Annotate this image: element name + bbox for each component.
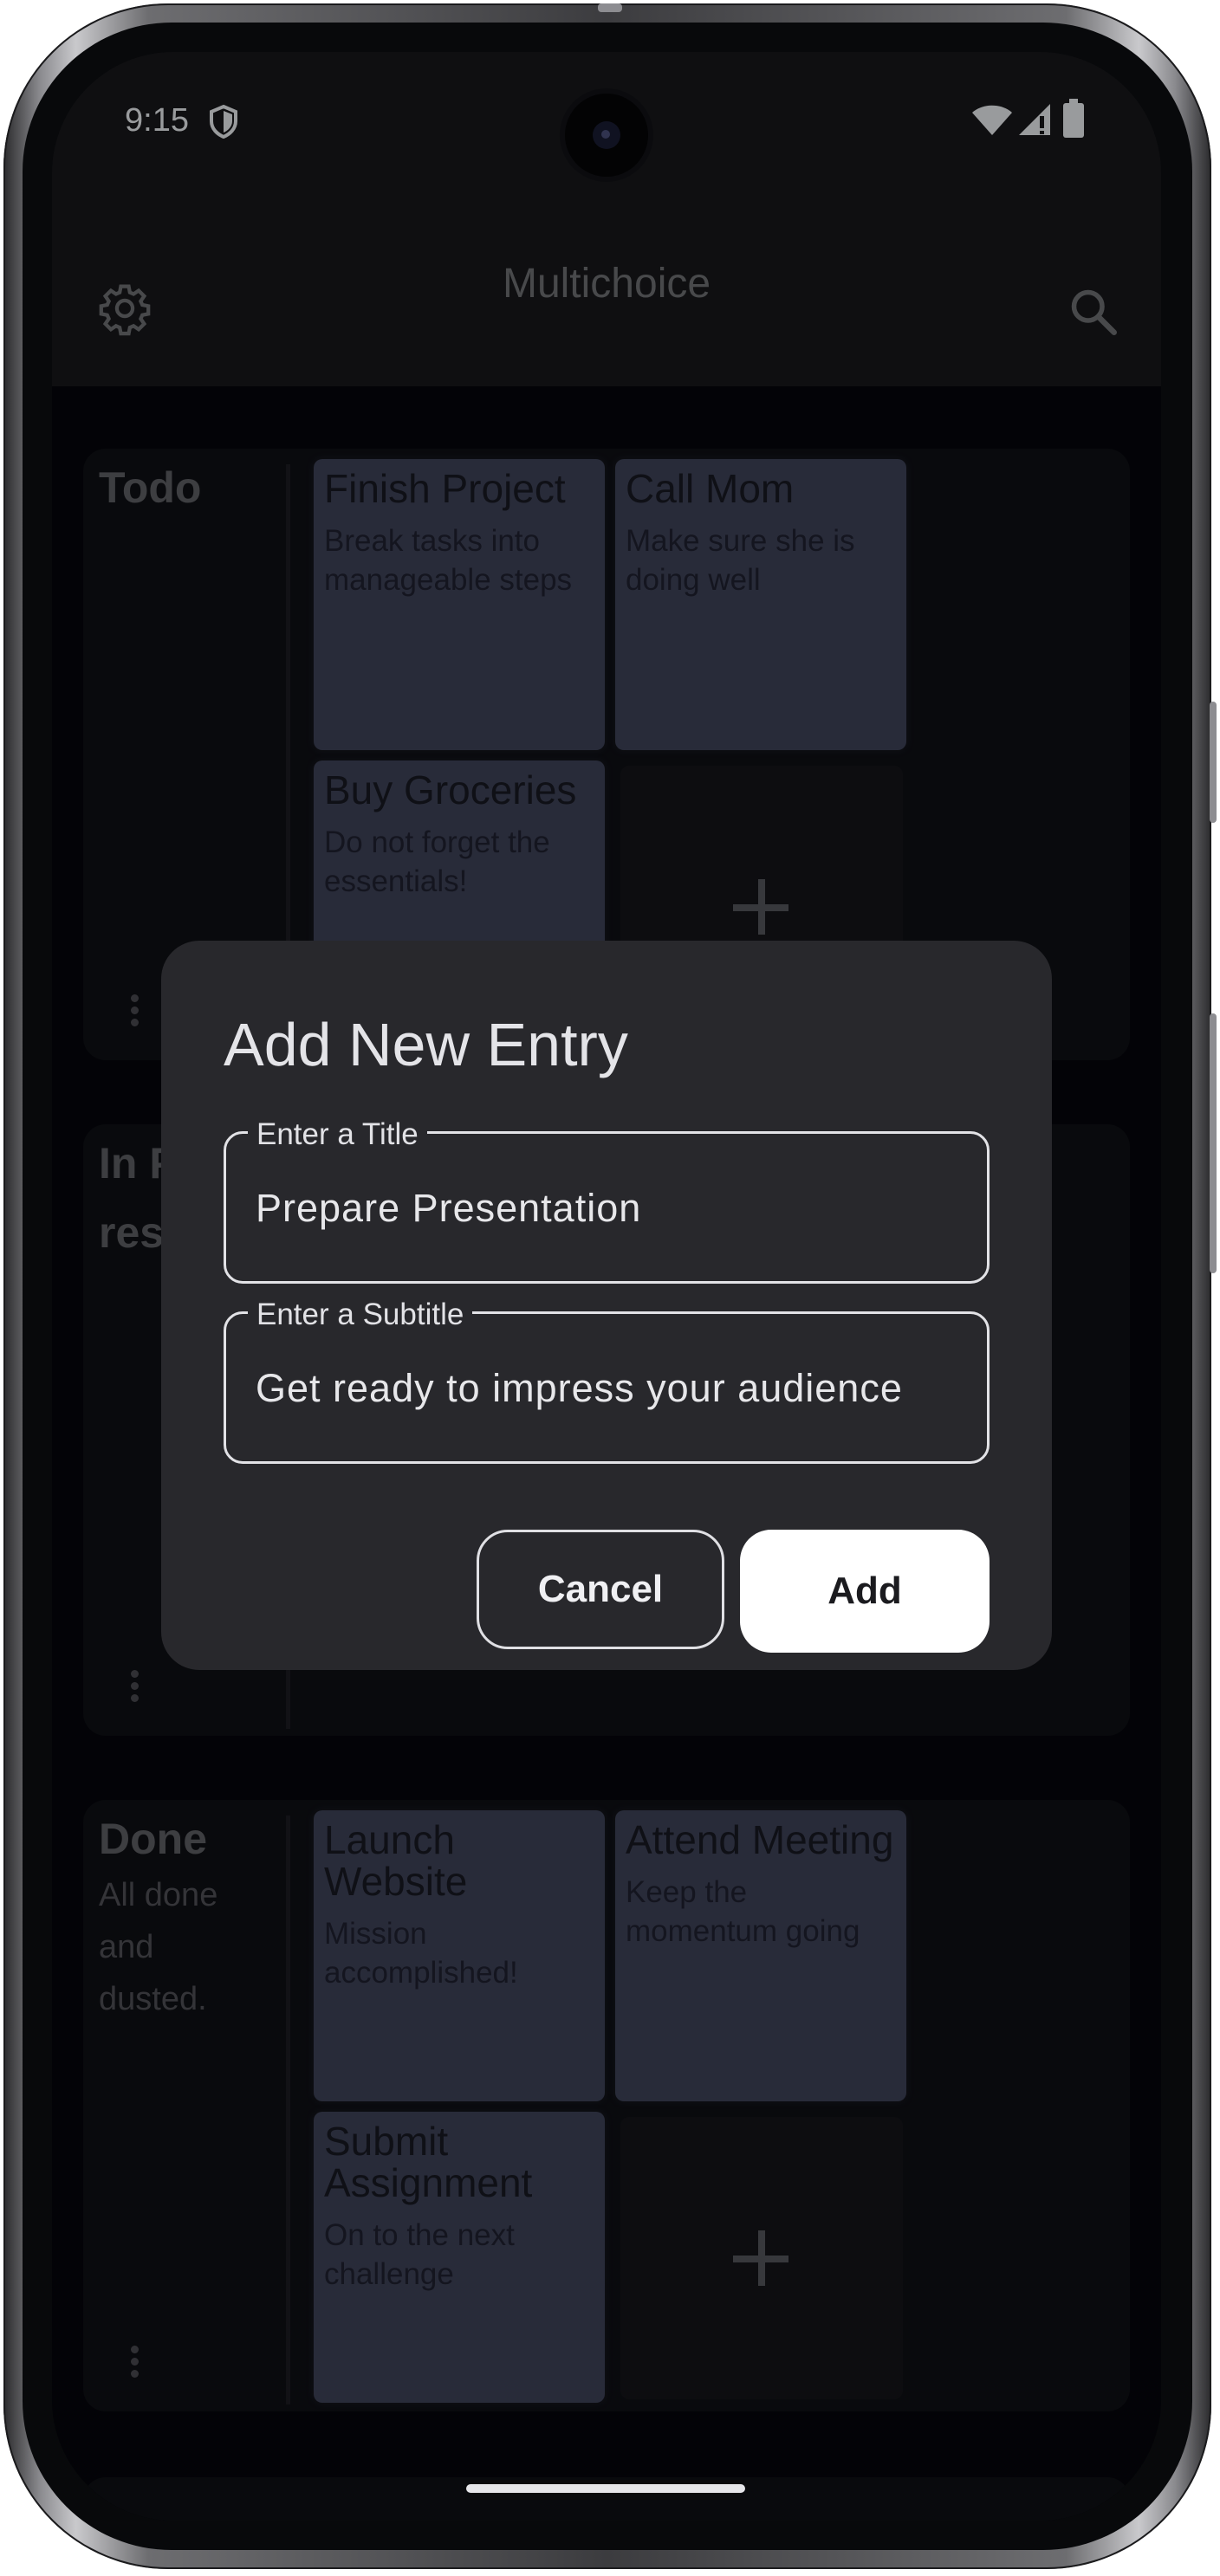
volume-button (1210, 1013, 1217, 1273)
subtitle-input-value: Get ready to impress your audience (256, 1366, 903, 1410)
cancel-button[interactable]: Cancel (477, 1530, 724, 1649)
subtitle-input[interactable]: Get ready to impress your audience (224, 1311, 990, 1464)
power-button (1210, 702, 1217, 823)
add-button[interactable]: Add (740, 1530, 990, 1653)
title-input[interactable]: Prepare Presentation (224, 1131, 990, 1284)
dialog-title: Add New Entry (224, 1011, 628, 1078)
home-indicator[interactable] (466, 2484, 745, 2493)
subtitle-input-label: Enter a Subtitle (248, 1299, 473, 1330)
frame-notch-top (598, 3, 622, 12)
add-entry-dialog: Add New Entry Prepare Presentation Enter… (161, 941, 1052, 1670)
title-input-value: Prepare Presentation (256, 1186, 642, 1230)
screen: 9:15 Multichoice Todo Finish Project Bre… (52, 52, 1161, 2521)
title-input-label: Enter a Title (248, 1119, 427, 1150)
